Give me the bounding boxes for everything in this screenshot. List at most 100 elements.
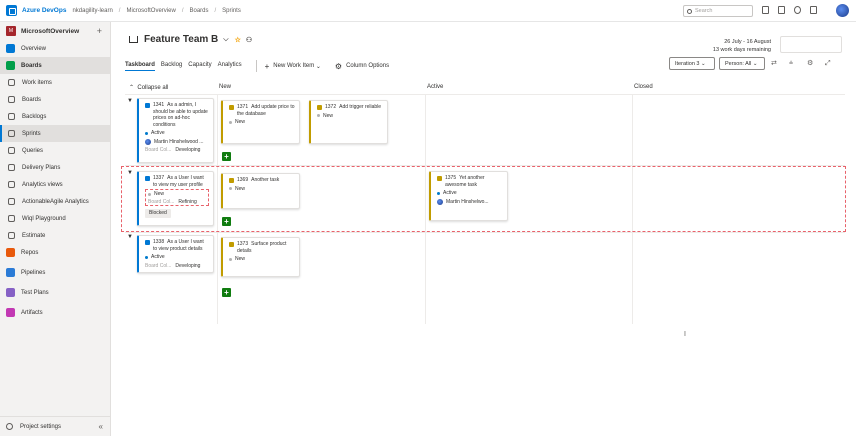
board-column-field[interactable]: Board Col... Developing [145,263,209,270]
list-icon[interactable] [762,6,769,14]
gear-icon [6,423,13,430]
delivery-plans-icon [8,164,15,171]
task-icon [229,242,234,247]
artifacts-icon [6,308,15,317]
sidebar-item-pipelines[interactable]: Pipelines [0,264,110,281]
sidebar-item-delivery-plans[interactable]: Delivery Plans [0,159,110,176]
swap-icon[interactable]: ⇄ [771,60,778,67]
azure-devops-logo-icon[interactable] [6,5,17,16]
add-task-button[interactable]: + [222,152,231,161]
board-column-field[interactable]: Board Col... Refining [148,199,206,206]
assignee-field[interactable]: Martin Hinshelwo... [437,199,503,206]
story-card[interactable]: 1341 As a admin, I should be able to upda… [137,98,214,163]
help-icon[interactable] [794,6,801,14]
row-collapse-icon[interactable]: ▼ [127,98,133,104]
task-card[interactable]: 1373 Surface product details New [221,237,300,277]
blocked-tag[interactable]: Blocked [145,209,171,218]
chevron-down-icon: ⌄ [701,60,706,67]
org-badge: M [6,26,16,36]
board-column-field[interactable]: Board Col... Developing [145,147,209,154]
boards-hub-icon [6,61,15,70]
breadcrumb-boards[interactable]: Boards [189,8,208,14]
team-icon [129,36,138,43]
team-chevron-down-icon[interactable]: ⌵ [223,36,228,44]
user-avatar[interactable] [836,4,849,17]
user-story-icon [145,176,150,181]
collapse-sidebar-icon[interactable]: « [99,422,103,431]
sidebar-item-wiql-playground[interactable]: Wiql Playground [0,210,110,227]
sidebar-item-boards-hub[interactable]: Boards [0,57,110,74]
add-task-button[interactable]: + [222,288,231,297]
overview-icon [6,44,15,53]
iteration-dropdown[interactable]: Iteration 3 ⌄ [669,57,715,70]
sprint-date-box [780,36,842,53]
add-task-button[interactable]: + [222,217,231,226]
search-input[interactable]: Search [683,5,753,17]
actionable-agile-icon [8,198,15,205]
tab-capacity[interactable]: Capacity [188,62,211,70]
favorite-star-icon[interactable]: ☆ [235,36,241,44]
column-options-icon: ⚙ [334,61,343,71]
org-header[interactable]: M MicrosoftOverview + [0,22,110,40]
task-card[interactable]: 1371 Add update price to the database New [221,100,300,144]
breadcrumb-sprints[interactable]: Sprints [222,8,241,14]
tab-taskboard[interactable]: Taskboard [125,62,155,71]
row-collapse-icon[interactable]: ▼ [127,170,133,176]
sidebar-item-artifacts[interactable]: Artifacts [0,304,110,321]
state-field[interactable]: New [229,256,295,263]
state-field[interactable]: New [229,119,295,126]
settings-icon[interactable]: ⚙ [807,60,814,67]
sidebar-item-analytics-views[interactable]: Analytics views [0,176,110,193]
assignee-field[interactable]: Martin Hinshelwood ... [145,139,209,146]
story-card[interactable]: 1338 As a User I want to view product det… [137,235,214,273]
project-settings[interactable]: Project settings « [0,416,111,436]
state-field[interactable]: New [317,113,383,120]
state-field[interactable]: Active [145,254,209,261]
add-icon[interactable]: + [97,26,102,36]
state-field[interactable]: Active [437,190,503,197]
collapse-all-button[interactable]: ⌃ Collapse all [129,84,168,91]
filter-icon[interactable]: ⩮ [789,60,796,67]
sidebar-item-work-items[interactable]: Work items [0,74,110,91]
task-card[interactable]: 1369 Another task New [221,173,300,209]
user-settings-icon[interactable] [810,6,817,14]
team-members-icon[interactable]: ⚇ [246,36,252,44]
person-dropdown[interactable]: Person: All ⌄ [719,57,765,70]
state-field[interactable]: Active [145,130,209,137]
task-card[interactable]: 1372 Add trigger reliable New [309,100,388,144]
search-icon [687,8,692,14]
new-work-item-button[interactable]: + New Work Item ⌄ [265,62,321,71]
breadcrumb-project[interactable]: MicrosoftOverview [126,8,175,14]
sidebar-item-backlogs[interactable]: Backlogs [0,108,110,125]
fullscreen-icon[interactable]: ⤢ [825,60,832,67]
tab-backlog[interactable]: Backlog [161,62,182,70]
sidebar: M MicrosoftOverview + Overview Boards Wo… [0,22,111,436]
sidebar-item-test-plans[interactable]: Test Plans [0,284,110,301]
sidebar-item-boards[interactable]: Boards [0,91,110,108]
plus-icon: + [264,61,270,71]
sidebar-item-sprints[interactable]: Sprints [0,125,110,142]
sidebar-item-overview[interactable]: Overview [0,40,110,57]
breadcrumb-org[interactable]: nkdagility-learn [72,8,112,14]
sidebar-item-queries[interactable]: Queries [0,142,110,159]
tab-analytics[interactable]: Analytics [218,62,242,70]
marketplace-icon[interactable] [778,6,785,14]
boards-icon [8,96,15,103]
text-cursor-icon: I [684,331,686,338]
task-card[interactable]: 1375 Yet another awesome task Active Mart… [429,171,508,221]
story-card[interactable]: 1337 As a User I want to view my user pro… [137,171,214,226]
column-options-button[interactable]: ⚙ Column Options [335,62,389,71]
task-icon [437,176,442,181]
sidebar-item-estimate[interactable]: Estimate [0,227,110,244]
sidebar-item-actionable-agile[interactable]: ActionableAgile Analytics [0,193,110,210]
user-story-icon [145,240,150,245]
pipelines-icon [6,268,15,277]
assignee-avatar [145,138,151,145]
sprint-dates: 26 July - 16 August 13 work days remaini… [712,39,771,53]
sprints-icon [8,130,15,137]
state-field[interactable]: New [148,191,206,198]
brand-label[interactable]: Azure DevOps [22,7,66,14]
state-field[interactable]: New [229,186,295,193]
sidebar-item-repos[interactable]: Repos [0,244,110,261]
row-collapse-icon[interactable]: ▼ [127,234,133,240]
